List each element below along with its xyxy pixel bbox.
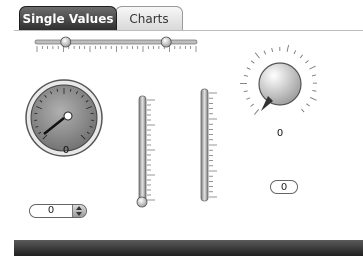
rotary-knob-tick (250, 103, 255, 107)
rotary-knob-tick (309, 97, 317, 101)
knob-value-field[interactable]: 0 (270, 180, 298, 194)
tab-single-values-label: Single Values (22, 11, 114, 26)
rotary-knob-tick (254, 52, 260, 59)
knob-value-field-text: 0 (280, 181, 288, 193)
tab-charts[interactable]: Charts (115, 6, 183, 30)
triangle-down-icon[interactable] (76, 212, 82, 216)
rotary-knob-body[interactable] (258, 62, 302, 106)
numeric-spinner-value[interactable]: 0 (30, 205, 72, 217)
numeric-spinner-buttons[interactable] (72, 205, 86, 217)
tab-charts-label: Charts (129, 11, 169, 26)
rotary-knob-tick (250, 60, 255, 64)
rotary-knob-tick (246, 97, 251, 100)
rotary-knob-tick (253, 108, 260, 115)
rotary-knob-tick (299, 54, 304, 59)
rotary-knob-tick (243, 74, 249, 77)
rotary-knob-tick (301, 108, 305, 113)
bottom-bar (14, 240, 363, 256)
rotary-knob-tick (293, 50, 297, 55)
rotary-knob-tick (286, 44, 290, 52)
knob-readout: 0 (276, 128, 284, 139)
numeric-spinner[interactable]: 0 (29, 204, 87, 218)
rotary-knob-tick (271, 47, 274, 52)
rotary-knob-tick (305, 60, 309, 64)
rotary-knob-tick (246, 67, 251, 70)
triangle-up-icon[interactable] (76, 206, 82, 210)
rotary-knob-tick (309, 65, 316, 70)
rotary-knob-tick (263, 50, 267, 55)
rotary-knob-tick (311, 74, 316, 77)
rotary-knob-tick (243, 90, 248, 93)
tab-single-values[interactable]: Single Values (19, 6, 117, 30)
rotary-knob-tick (312, 90, 317, 92)
rotary-knob-tick (306, 103, 310, 107)
